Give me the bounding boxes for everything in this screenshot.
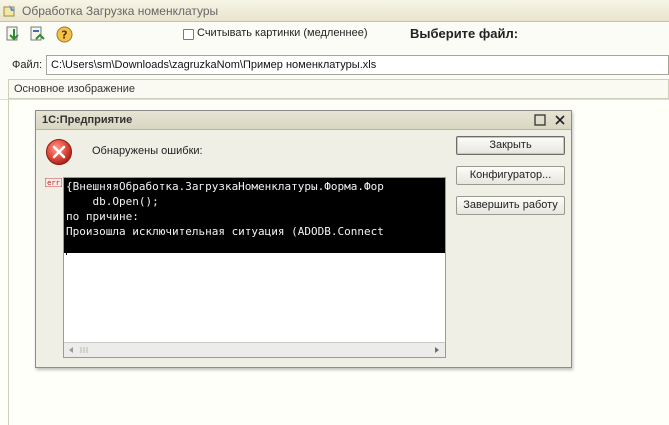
maximize-icon[interactable] xyxy=(534,114,546,126)
app-icon xyxy=(3,5,15,17)
configurator-button[interactable]: Конфигуратор... xyxy=(456,166,565,185)
panel-border xyxy=(8,99,9,425)
error-text-selection: {ВнешняяОбработка.ЗагрузкаНоменклатуры.Ф… xyxy=(64,178,445,253)
exit-button[interactable]: Завершить работу xyxy=(456,196,565,215)
load-icon[interactable] xyxy=(4,25,22,43)
choose-file-label: Выберите файл: xyxy=(410,26,519,41)
window-title: Обработка Загрузка номенклатуры xyxy=(22,4,219,18)
file-field-label: Файл: xyxy=(12,59,43,71)
horizontal-scrollbar[interactable] xyxy=(64,342,445,357)
dialog-title: 1С:Предприятие xyxy=(42,114,133,126)
close-icon[interactable] xyxy=(553,113,567,127)
file-path-input[interactable] xyxy=(46,55,669,75)
close-button[interactable]: Закрыть xyxy=(456,136,565,155)
scroll-left-icon[interactable] xyxy=(64,343,78,357)
scroll-right-icon[interactable] xyxy=(430,343,444,357)
svg-text:?: ? xyxy=(61,28,67,41)
help-icon[interactable]: ? xyxy=(55,25,73,43)
error-line: Произошла исключительная ситуация (ADODB… xyxy=(66,225,384,238)
scrollbar-grip-icon[interactable] xyxy=(79,346,89,354)
load-pictures-checkbox[interactable] xyxy=(183,29,194,40)
error-line: db.Open(); xyxy=(66,195,159,208)
error-icon xyxy=(46,139,72,165)
export-icon[interactable] xyxy=(28,25,46,43)
error-line: по причине: xyxy=(66,210,139,223)
text-cursor xyxy=(66,242,67,255)
load-pictures-label: Считывать картинки (медленнее) xyxy=(197,27,368,39)
svg-text:err: err xyxy=(47,179,60,187)
error-line: {ВнешняяОбработка.ЗагрузкаНоменклатуры.Ф… xyxy=(66,180,384,193)
group-title: Основное изображение xyxy=(14,83,135,95)
error-tag: err xyxy=(45,178,62,187)
error-found-message: Обнаружены ошибки: xyxy=(92,145,203,157)
